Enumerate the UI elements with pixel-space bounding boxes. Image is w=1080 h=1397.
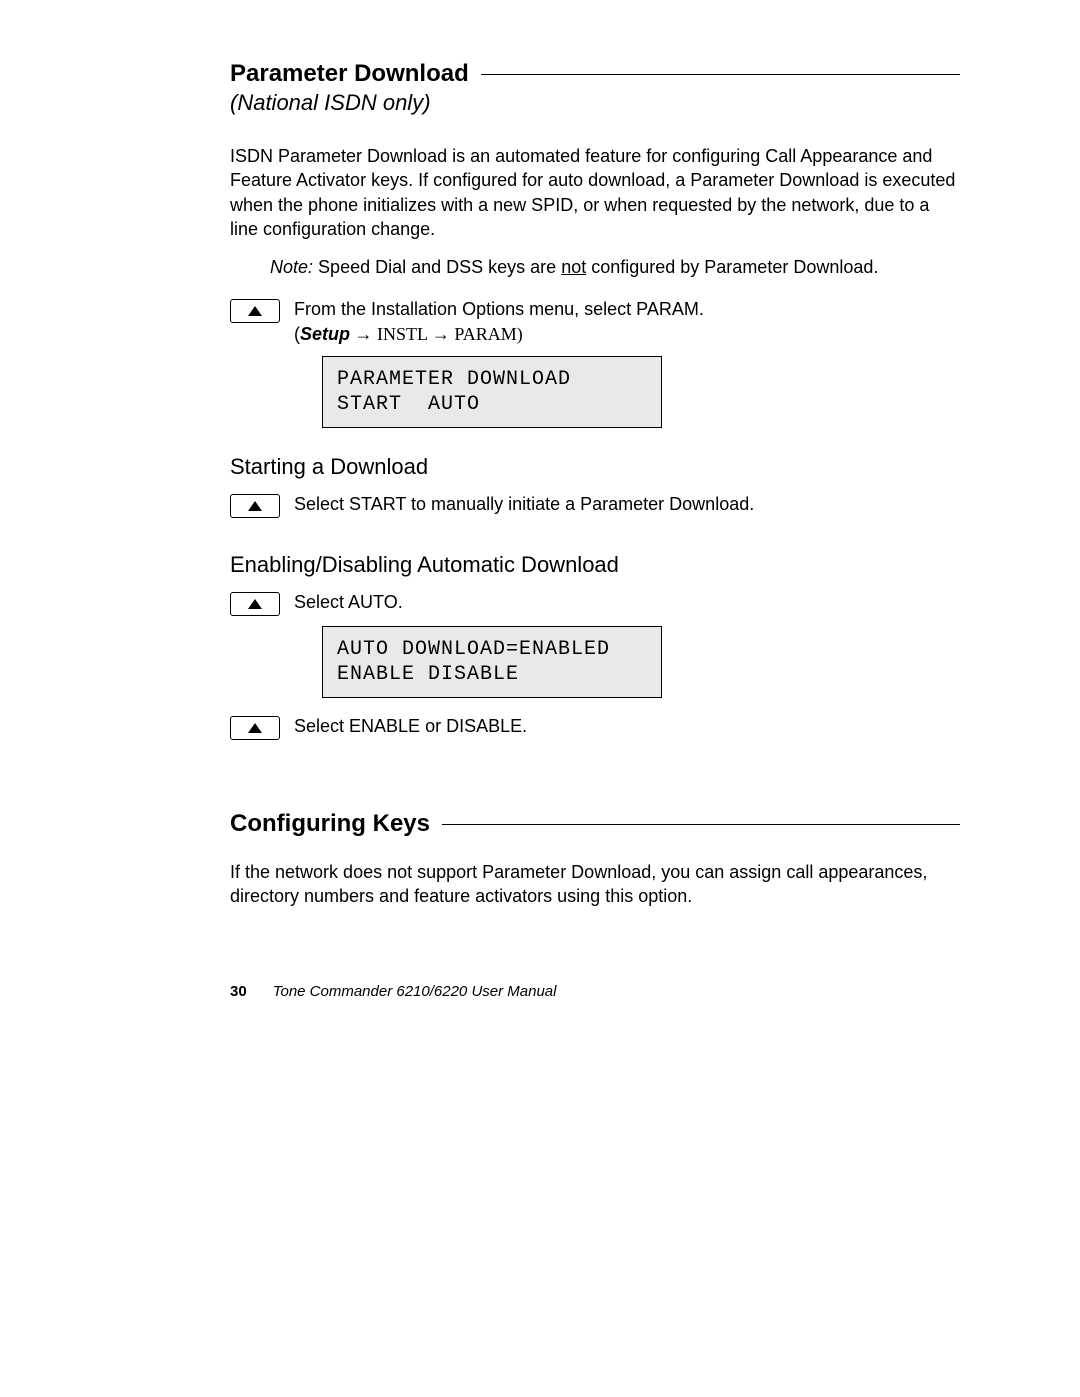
intro-paragraph: If the network does not support Paramete… <box>230 860 960 909</box>
intro-paragraph: ISDN Parameter Download is an automated … <box>230 144 960 241</box>
action-row-select-auto: Select AUTO. <box>230 590 960 616</box>
action-text: From the Installation Options menu, sele… <box>294 297 960 346</box>
action-text: Select AUTO. <box>294 590 960 614</box>
page-footer: 30 Tone Commander 6210/6220 User Manual <box>230 983 960 1000</box>
up-arrow-icon <box>230 592 280 616</box>
page-number: 30 <box>230 983 247 1000</box>
action-row-select-start: Select START to manually initiate a Para… <box>230 492 960 518</box>
note-block: Note: Speed Dial and DSS keys are not co… <box>270 255 960 279</box>
subheading-starting-download: Starting a Download <box>230 454 960 480</box>
section-rule <box>442 824 960 825</box>
up-arrow-icon <box>230 716 280 740</box>
section-header-configuring-keys: Configuring Keys <box>230 810 960 838</box>
section-title: Configuring Keys <box>230 810 430 838</box>
note-text: Speed Dial and DSS keys are not configur… <box>318 255 878 279</box>
section-title: Parameter Download <box>230 60 469 88</box>
action-text: Select START to manually initiate a Para… <box>294 492 960 516</box>
up-arrow-icon <box>230 299 280 323</box>
section-header-parameter-download: Parameter Download <box>230 60 960 88</box>
section-rule <box>481 74 960 75</box>
up-arrow-icon <box>230 494 280 518</box>
manual-title: Tone Commander 6210/6220 User Manual <box>273 983 557 1000</box>
lcd-display-auto-download: AUTO DOWNLOAD=ENABLED ENABLE DISABLE <box>322 626 662 698</box>
document-page: Parameter Download (National ISDN only) … <box>0 0 1080 1040</box>
action-row-select-enable-disable: Select ENABLE or DISABLE. <box>230 714 960 740</box>
subheading-auto-download: Enabling/Disabling Automatic Download <box>230 552 960 578</box>
action-text: Select ENABLE or DISABLE. <box>294 714 960 738</box>
lcd-display-parameter-download: PARAMETER DOWNLOAD START AUTO <box>322 356 662 428</box>
action-row-select-param: From the Installation Options menu, sele… <box>230 297 960 346</box>
note-label: Note: <box>270 255 318 279</box>
section-subtitle: (National ISDN only) <box>230 90 960 116</box>
